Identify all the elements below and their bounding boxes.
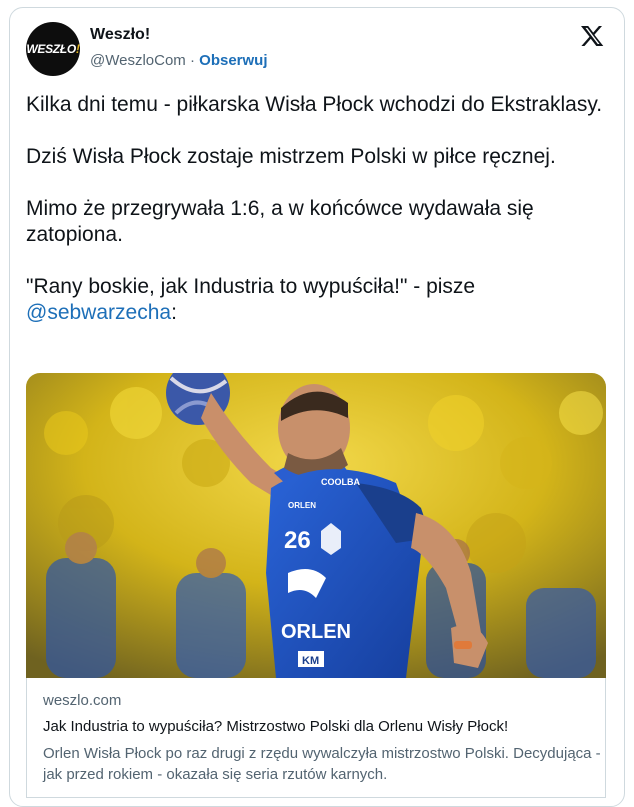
tweet-text: Kilka dni temu - piłkarska Wisła Płock w… — [26, 92, 606, 352]
tweet-paragraph-3: Mimo że przegrywała 1:6, a w końcówce wy… — [26, 197, 534, 246]
handball-player-photo: 26 ORLEN COOLBA ORLEN KM — [26, 373, 606, 678]
link-title: Jak Industria to wypuściła? Mistrzostwo … — [43, 718, 509, 735]
mention-link[interactable]: @sebwarzecha — [26, 301, 171, 324]
account-name[interactable]: Weszło! — [90, 26, 150, 44]
link-description: Orlen Wisła Płock po raz drugi z rzędu w… — [43, 745, 601, 783]
tweet-paragraph-1: Kilka dni temu - piłkarska Wisła Płock w… — [26, 93, 603, 116]
chest-text: ORLEN — [288, 501, 316, 510]
tweet-image[interactable]: 26 ORLEN COOLBA ORLEN KM — [26, 373, 606, 678]
handle-row: @WeszloCom · Obserwuj — [90, 52, 268, 69]
follow-button[interactable]: Obserwuj — [199, 52, 267, 69]
account-handle[interactable]: @WeszloCom — [90, 52, 186, 69]
tweet-paragraph-2: Dziś Wisła Płock zostaje mistrzem Polski… — [26, 145, 556, 168]
tweet-paragraph-4: "Rany boskie, jak Industria to wypuściła… — [26, 275, 476, 324]
jersey-sponsor: ORLEN — [281, 621, 351, 643]
separator-dot: · — [189, 52, 195, 69]
patch-text: KM — [302, 655, 319, 667]
sleeve-text: COOLBA — [321, 477, 360, 487]
link-domain: weszlo.com — [43, 692, 122, 709]
avatar-logo: WESZŁO! — [26, 42, 80, 56]
avatar[interactable]: WESZŁO! — [26, 22, 80, 76]
x-logo-icon[interactable] — [580, 24, 604, 48]
jersey-number: 26 — [284, 527, 311, 554]
link-card[interactable]: weszlo.com Jak Industria to wypuściła? M… — [26, 678, 606, 798]
